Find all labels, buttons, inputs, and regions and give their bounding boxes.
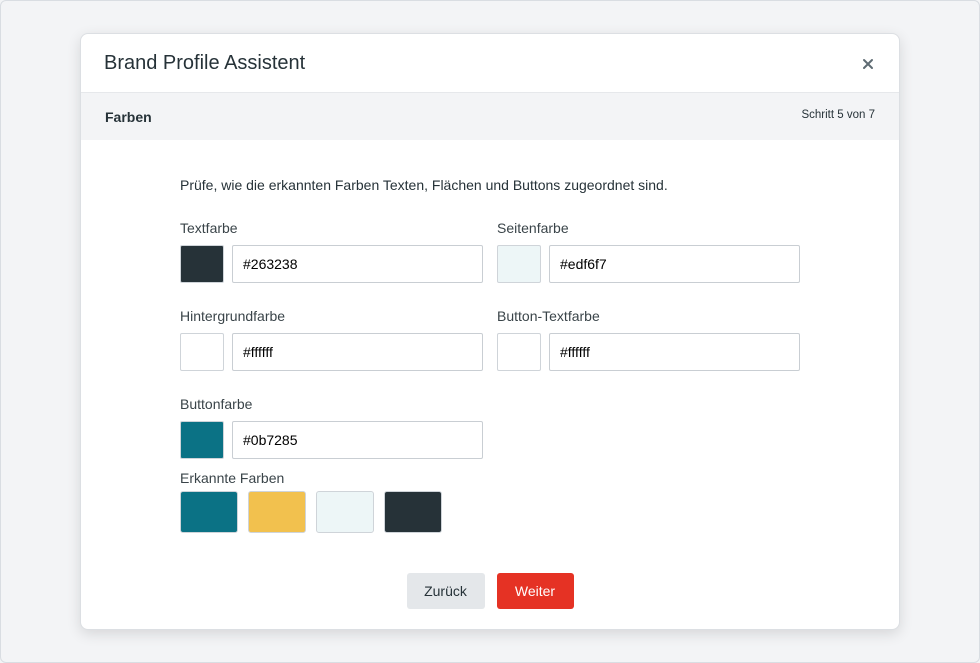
detected-color-swatch[interactable] bbox=[316, 491, 374, 533]
field-label: Hintergrundfarbe bbox=[180, 308, 286, 324]
field-label: Buttonfarbe bbox=[180, 396, 253, 412]
dialog-header: Brand Profile Assistent bbox=[81, 34, 899, 93]
field-label: Seitenfarbe bbox=[497, 220, 569, 236]
detected-colors-label: Erkannte Farben bbox=[180, 470, 285, 486]
field-buttonfarbe: Buttonfarbe bbox=[180, 395, 484, 459]
detected-color-swatch[interactable] bbox=[180, 491, 238, 533]
next-button[interactable]: Weiter bbox=[496, 573, 574, 609]
brand-profile-dialog: Brand Profile Assistent Farben Schritt 5… bbox=[80, 33, 900, 630]
back-button[interactable]: Zurück bbox=[406, 573, 485, 609]
button-textfarbe-input[interactable] bbox=[549, 333, 800, 371]
field-label: Textfarbe bbox=[180, 220, 238, 236]
textfarbe-input[interactable] bbox=[232, 245, 483, 283]
dialog-footer: Zurück Weiter bbox=[81, 573, 899, 609]
color-preview-swatch[interactable] bbox=[180, 333, 224, 371]
field-label: Button-Textfarbe bbox=[497, 308, 600, 324]
field-hintergrundfarbe: Hintergrundfarbe bbox=[180, 307, 484, 371]
step-counter: Schritt 5 von 7 bbox=[801, 109, 875, 121]
intro-text: Prüfe, wie die erkannten Farben Texten, … bbox=[180, 177, 668, 193]
color-preview-swatch[interactable] bbox=[497, 245, 541, 283]
close-icon bbox=[863, 59, 873, 69]
field-textfarbe: Textfarbe bbox=[180, 219, 484, 283]
hintergrundfarbe-input[interactable] bbox=[232, 333, 483, 371]
step-title: Farben bbox=[105, 109, 152, 125]
dialog-title: Brand Profile Assistent bbox=[104, 52, 306, 74]
detected-color-swatch[interactable] bbox=[248, 491, 306, 533]
color-preview-swatch[interactable] bbox=[180, 421, 224, 459]
color-preview-swatch[interactable] bbox=[497, 333, 541, 371]
color-preview-swatch[interactable] bbox=[180, 245, 224, 283]
step-bar: Farben Schritt 5 von 7 bbox=[81, 93, 899, 140]
detected-colors-list bbox=[180, 491, 452, 533]
detected-color-swatch[interactable] bbox=[384, 491, 442, 533]
buttonfarbe-input[interactable] bbox=[232, 421, 483, 459]
seitenfarbe-input[interactable] bbox=[549, 245, 800, 283]
close-button[interactable] bbox=[857, 53, 879, 75]
field-seitenfarbe: Seitenfarbe bbox=[497, 219, 801, 283]
field-button-textfarbe: Button-Textfarbe bbox=[497, 307, 801, 371]
